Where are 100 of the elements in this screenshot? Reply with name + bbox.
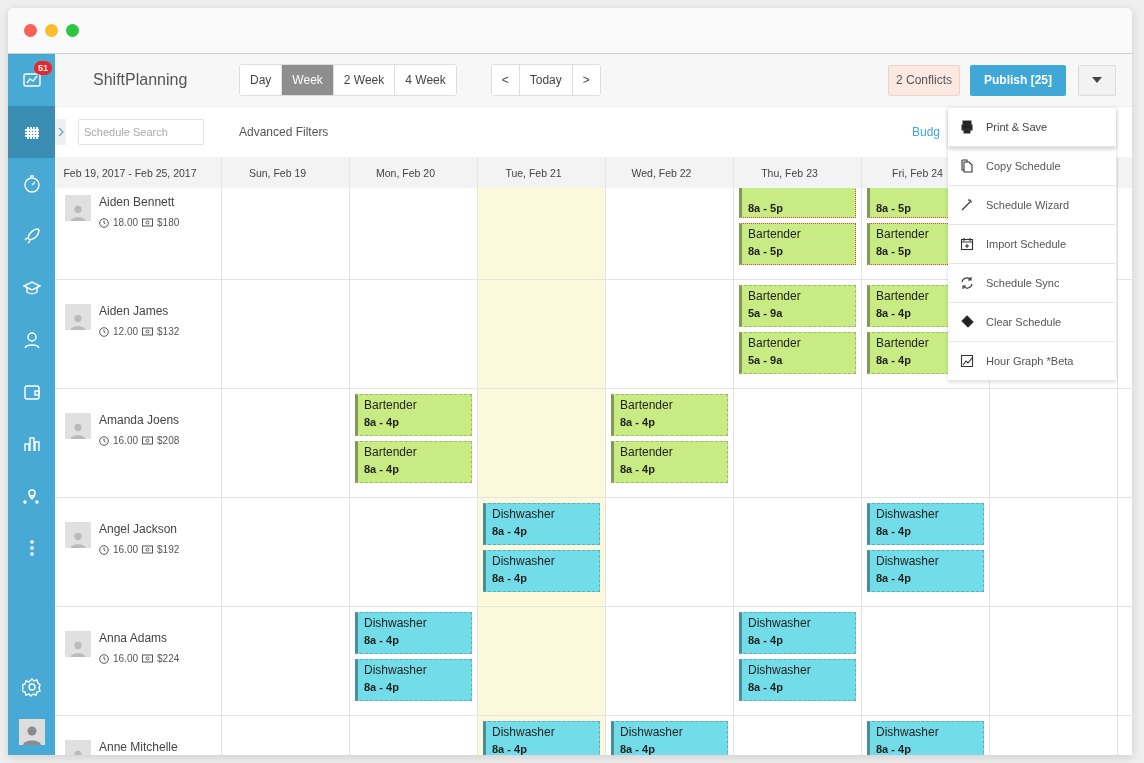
shift-role: Bartender [876, 289, 929, 303]
today-schedule-cell[interactable] [478, 389, 606, 497]
expand-button[interactable] [55, 119, 66, 145]
schedule-cell[interactable]: Dishwasher 8a - 4p [862, 716, 990, 755]
menu-item[interactable]: Clear Schedule [948, 303, 1116, 342]
cash-icon [142, 218, 154, 227]
shift-role: Dishwasher [748, 663, 811, 677]
schedule-cell[interactable]: 8a - 5p Bartender 8a - 5p [734, 188, 862, 279]
shift-block[interactable]: Bartender 8a - 4p [355, 394, 472, 436]
hours-text: 16.00 [113, 544, 139, 555]
menu-item[interactable]: Hour Graph *Beta [948, 342, 1116, 381]
menu-item[interactable]: Schedule Sync [948, 264, 1116, 303]
shift-block[interactable]: Dishwasher 8a - 4p [611, 721, 728, 755]
shift-time: 8a - 4p [364, 681, 399, 693]
clock-icon [99, 653, 109, 664]
shift-block[interactable]: Dishwasher 8a - 4p [355, 612, 472, 654]
shift-time: 8a - 4p [492, 743, 527, 755]
shift-block[interactable]: Bartender 8a - 4p [611, 394, 728, 436]
schedule-cell[interactable]: Dishwasher 8a - 4p [606, 716, 734, 755]
shift-role: Dishwasher [364, 616, 427, 630]
menu-item[interactable]: Print & Save [948, 108, 1116, 147]
app-title: ShiftPlanning [92, 71, 189, 89]
shift-time: 8a - 4p [876, 743, 911, 755]
avatar [65, 631, 91, 657]
schedule-cell[interactable]: Bartender 5a - 9a Bartender 5a - 9a [734, 280, 862, 388]
location-pins-icon [21, 486, 42, 506]
shift-role: Dishwasher [748, 616, 811, 630]
shift-time: 8a - 4p [876, 307, 911, 319]
conflicts-button[interactable]: 2 Conflicts [887, 64, 960, 96]
today-schedule-cell[interactable] [478, 280, 606, 388]
dropdown-button[interactable] [1078, 64, 1116, 96]
shift-role: Dishwasher [876, 507, 939, 521]
shift-role: Dishwasher [492, 554, 555, 568]
day-header: Mon, Feb 20 [350, 157, 478, 188]
shift-time: 8a - 4p [620, 416, 655, 428]
shift-block[interactable]: Dishwasher 8a - 4p [867, 721, 984, 755]
sidebar-item[interactable]: 51 [8, 54, 55, 106]
today-schedule-cell[interactable] [478, 188, 606, 279]
cash-icon [142, 327, 154, 336]
shift-role: Dishwasher [492, 507, 555, 521]
today-schedule-cell[interactable] [478, 607, 606, 715]
shift-block[interactable]: Bartender 5a - 9a [739, 285, 856, 327]
chevron-right-icon [57, 127, 64, 137]
shift-block[interactable]: Dishwasher 8a - 4p [483, 550, 600, 592]
clock-icon [99, 217, 109, 228]
schedule-cell[interactable]: Bartender 8a - 4p Bartender 8a - 4p [606, 389, 734, 497]
shift-time: 8a - 4p [492, 525, 527, 537]
menu-item[interactable]: Copy Schedule [948, 147, 1116, 186]
shift-role: Bartender [748, 227, 801, 241]
shift-block[interactable]: Dishwasher 8a - 4p [739, 612, 856, 654]
wallet-icon [21, 382, 42, 402]
search-field[interactable]: Schedule Search [78, 119, 204, 145]
shift-time: 8a - 4p [876, 525, 911, 537]
shift-block[interactable]: Bartender 8a - 4p [355, 441, 472, 483]
advanced-filters-link[interactable]: Advanced Filters [239, 125, 329, 139]
schedule-cell[interactable]: Dishwasher 8a - 4p Dishwasher 8a - 4p [734, 607, 862, 715]
settings-icon[interactable] [21, 677, 42, 697]
shift-block[interactable]: Bartender 8a - 4p [611, 441, 728, 483]
shift-time: 8a - 4p [876, 354, 911, 366]
menu-item[interactable]: Import Schedule [948, 225, 1116, 264]
shift-block[interactable]: Dishwasher 8a - 4p [739, 659, 856, 701]
shift-block[interactable]: Dishwasher 8a - 4p [355, 659, 472, 701]
shift-block[interactable]: Dishwasher 8a - 4p [867, 503, 984, 545]
employee-name: Anna Adams [99, 631, 169, 645]
shift-time: 5a - 9a [748, 307, 783, 319]
shift-block[interactable]: Bartender 5a - 9a [739, 332, 856, 374]
previous-button[interactable]: < [491, 65, 520, 95]
view-tab[interactable]: Day [240, 65, 283, 95]
menu-item[interactable]: Schedule Wizard [948, 186, 1116, 225]
shift-time: 8a - 4p [748, 681, 783, 693]
today-schedule-cell[interactable]: Dishwasher 8a - 4p [478, 716, 606, 755]
shift-time: 8a - 4p [748, 634, 783, 646]
user-avatar[interactable] [18, 719, 45, 745]
shift-role: Dishwasher [364, 663, 427, 677]
today-schedule-cell[interactable]: Dishwasher 8a - 4p Dishwasher 8a - 4p [478, 498, 606, 606]
day-header: Sun, Feb 19 [222, 157, 350, 188]
schedule-cell[interactable]: Dishwasher 8a - 4p Dishwasher 8a - 4p [862, 498, 990, 606]
graph-icon [960, 354, 974, 368]
copy-icon [960, 159, 974, 173]
shift-time: 8a - 4p [876, 572, 911, 584]
shift-block[interactable]: Dishwasher 8a - 4p [483, 721, 600, 755]
employee-name: Aiden Bennett [99, 195, 176, 209]
shift-block[interactable]: 8a - 5p [739, 188, 856, 218]
sidebar-item[interactable] [8, 106, 55, 158]
wand-icon [960, 198, 974, 212]
shift-role: Bartender [876, 336, 929, 350]
minimize-window-button[interactable] [45, 24, 58, 37]
pay-text: $192 [157, 544, 180, 555]
schedule-cell[interactable]: Dishwasher 8a - 4p Dishwasher 8a - 4p [350, 607, 478, 715]
close-window-button[interactable] [24, 24, 37, 37]
shift-block[interactable]: Dishwasher 8a - 4p [483, 503, 600, 545]
schedule-cell[interactable]: Bartender 8a - 4p Bartender 8a - 4p [350, 389, 478, 497]
sync-icon [960, 276, 974, 290]
shift-block[interactable]: Dishwasher 8a - 4p [867, 550, 984, 592]
hours-text: 16.00 [113, 435, 139, 446]
zoom-window-button[interactable] [66, 24, 79, 37]
cash-icon [142, 436, 154, 445]
shift-block[interactable]: Bartender 8a - 5p [739, 223, 856, 265]
notification-badge: 51 [34, 61, 52, 75]
caret-icon [1092, 77, 1102, 83]
